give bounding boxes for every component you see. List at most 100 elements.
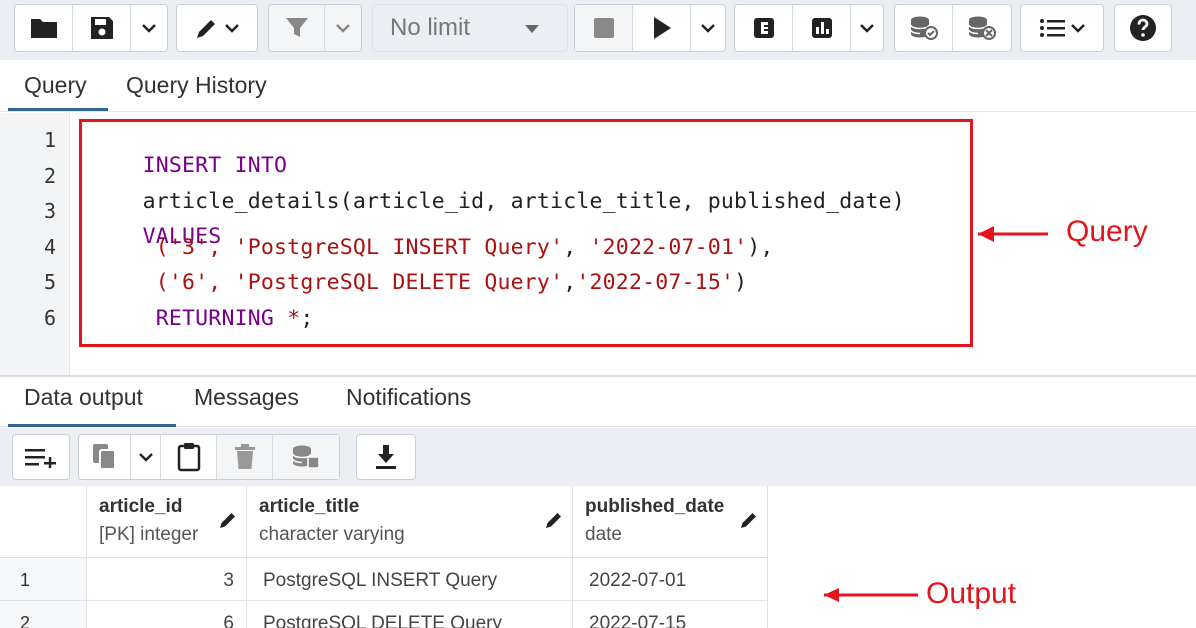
open-file-button[interactable] [15, 5, 73, 51]
tab-data-output[interactable]: Data output [24, 384, 143, 411]
column-name: article_id [99, 496, 183, 517]
pencil-icon [197, 20, 215, 38]
edit-button-group [176, 4, 258, 52]
filter-button[interactable] [269, 5, 325, 51]
chevron-down-icon [142, 24, 156, 33]
column-header-article-id[interactable]: article_id [PK] integer [87, 486, 247, 558]
cell-published-date[interactable]: 2022-07-15 [573, 601, 768, 628]
pencil-icon[interactable] [544, 510, 564, 530]
add-row-group [12, 434, 70, 480]
execute-button[interactable] [633, 5, 691, 51]
active-output-tab-indicator [8, 424, 176, 427]
chevron-down-icon [860, 24, 874, 33]
explain-analyze-button[interactable] [793, 5, 851, 51]
row-actions-group [78, 434, 340, 480]
help-button-group [1114, 4, 1172, 52]
add-row-icon [25, 449, 56, 468]
bar-chart-icon [811, 18, 832, 38]
row-limit-select[interactable]: No limit [372, 4, 568, 52]
save-options-dropdown[interactable] [131, 5, 167, 51]
column-type: date [585, 524, 622, 545]
transaction-button-group [894, 4, 1012, 52]
output-toolbar [0, 428, 1196, 486]
column-header-published-date[interactable]: published_date date [573, 486, 768, 558]
delete-row-button[interactable] [217, 435, 273, 479]
column-type: character varying [259, 524, 405, 545]
copy-button[interactable] [79, 435, 131, 479]
save-data-button[interactable] [273, 435, 339, 479]
tab-query[interactable]: Query [24, 72, 87, 99]
filter-button-group [268, 4, 362, 52]
row-number[interactable]: 1 [0, 558, 87, 601]
cell-article-title[interactable]: PostgreSQL DELETE Query [247, 601, 573, 628]
query-highlight-box [79, 119, 973, 347]
cell-article-id[interactable]: 6 [87, 601, 247, 628]
explain-button-group [734, 4, 884, 52]
save-file-button[interactable] [73, 5, 131, 51]
active-tab-indicator [8, 108, 108, 111]
play-icon [653, 17, 671, 39]
list-icon [1039, 19, 1065, 37]
database-commit-icon [909, 16, 938, 40]
cell-article-title[interactable]: PostgreSQL INSERT Query [247, 558, 573, 601]
chevron-down-icon [225, 24, 239, 33]
explain-icon [753, 18, 774, 38]
output-tab-bar: Data output Messages Notifications [0, 377, 1196, 427]
add-row-button[interactable] [13, 435, 69, 479]
chevron-down-icon [138, 453, 153, 462]
download-group [356, 434, 416, 480]
copy-icon [92, 444, 116, 470]
output-annotation-label: Output [926, 577, 1017, 610]
execute-options-dropdown[interactable] [691, 5, 725, 51]
macros-menu-button[interactable] [1021, 5, 1103, 51]
chevron-down-icon [336, 24, 350, 33]
grid-corner-cell[interactable] [0, 486, 87, 558]
download-button[interactable] [357, 435, 415, 479]
paste-button[interactable] [161, 435, 217, 479]
line-number-gutter: 1 2 3 4 5 6 [0, 113, 70, 375]
line-number: 3 [43, 199, 56, 223]
line-number: 5 [43, 270, 56, 294]
annotation-arrow-icon [824, 588, 918, 602]
cell-published-date[interactable]: 2022-07-01 [573, 558, 768, 601]
explain-options-dropdown[interactable] [851, 5, 883, 51]
rollback-button[interactable] [953, 5, 1011, 51]
column-name: published_date [585, 496, 725, 517]
file-button-group [14, 4, 168, 52]
filter-options-dropdown[interactable] [325, 5, 361, 51]
stop-button[interactable] [575, 5, 633, 51]
trash-icon [234, 444, 255, 469]
chevron-down-icon [701, 24, 715, 33]
query-annotation-label: Query [1066, 215, 1148, 248]
line-number: 1 [43, 128, 56, 152]
clipboard-icon [177, 443, 200, 472]
line-number: 6 [43, 306, 56, 330]
download-icon [376, 445, 396, 469]
database-rollback-icon [968, 16, 996, 40]
tab-notifications[interactable]: Notifications [346, 384, 471, 411]
pencil-icon[interactable] [218, 510, 238, 530]
copy-options-dropdown[interactable] [131, 435, 161, 479]
commit-button[interactable] [895, 5, 953, 51]
tab-query-history[interactable]: Query History [126, 72, 267, 99]
save-icon [90, 17, 113, 39]
row-number[interactable]: 2 [0, 601, 87, 628]
tab-messages[interactable]: Messages [194, 384, 299, 411]
database-save-icon [292, 445, 320, 469]
help-icon [1130, 15, 1156, 41]
cell-article-id[interactable]: 3 [87, 558, 247, 601]
column-type: [PK] integer [99, 524, 199, 545]
data-output-grid: article_id [PK] integer article_title ch… [0, 486, 1196, 628]
edit-menu-button[interactable] [177, 5, 257, 51]
sql-editor[interactable]: 1 2 3 4 5 6 INSERT INTO article_details(… [0, 113, 1196, 375]
help-button[interactable] [1115, 5, 1171, 51]
macros-button-group [1020, 4, 1104, 52]
line-number: 2 [43, 164, 56, 188]
caret-down-icon [525, 25, 539, 33]
column-name: article_title [259, 496, 360, 517]
execute-button-group [574, 4, 726, 52]
pencil-icon[interactable] [739, 510, 759, 530]
explain-button[interactable] [735, 5, 793, 51]
column-header-article-title[interactable]: article_title character varying [247, 486, 573, 558]
stop-icon [593, 18, 614, 38]
